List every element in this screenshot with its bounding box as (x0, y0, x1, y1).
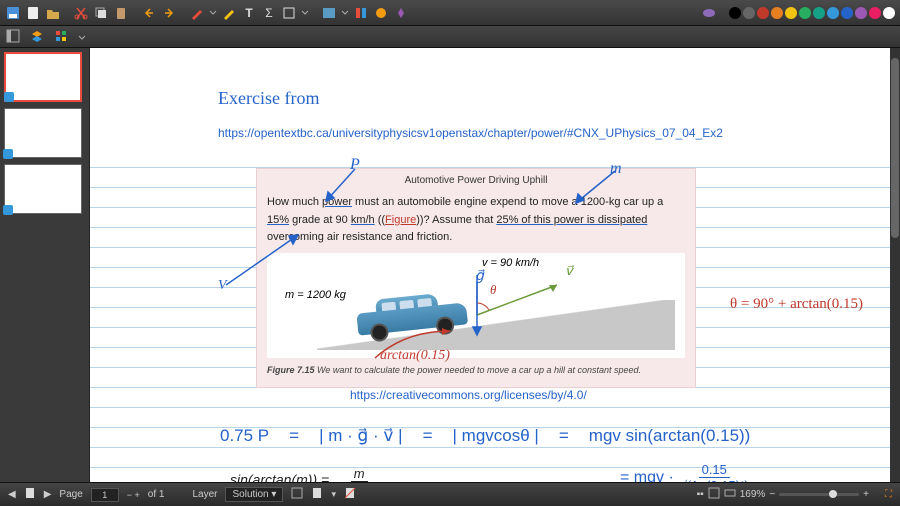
color-swatch[interactable] (743, 7, 755, 19)
color-swatch[interactable] (757, 7, 769, 19)
view-mode-icon[interactable] (724, 487, 736, 502)
annot-vvec: v⃗ (565, 263, 573, 279)
zoom-controls: ▪▪ 169% − + ⛶ (697, 487, 892, 502)
dropdown-icon[interactable] (300, 4, 310, 22)
save-icon[interactable] (4, 4, 22, 22)
eq-theta: θ = 90° + arctan(0.15) (730, 296, 863, 313)
image-icon[interactable] (320, 4, 338, 22)
color-swatch[interactable] (785, 7, 797, 19)
zoom-in-icon[interactable]: + (863, 489, 869, 500)
panel-icon[interactable] (6, 29, 22, 45)
pen-icon[interactable] (188, 4, 206, 22)
scrollbar[interactable] (890, 48, 900, 482)
zoom-out-icon[interactable]: − (769, 489, 775, 500)
color-swatch[interactable] (827, 7, 839, 19)
open-icon[interactable] (44, 4, 62, 22)
color-swatch[interactable] (771, 7, 783, 19)
grid-icon[interactable] (54, 29, 70, 45)
view-mode-icon[interactable] (708, 487, 720, 502)
plugin-icon[interactable] (700, 4, 718, 22)
figure-caption: Figure 7.15 We want to calculate the pow… (257, 362, 695, 378)
undo-icon[interactable] (140, 4, 158, 22)
text-icon[interactable]: T (240, 4, 258, 22)
shape-icon[interactable] (280, 4, 298, 22)
page-input[interactable] (91, 488, 119, 502)
zoom-value: 169% (740, 489, 766, 500)
layer-tool-icon[interactable] (291, 487, 303, 502)
cut-icon[interactable] (72, 4, 90, 22)
dropdown-icon[interactable] (340, 4, 350, 22)
tool-c-icon[interactable] (392, 4, 410, 22)
paste-icon[interactable] (112, 4, 130, 22)
layer-select[interactable]: Solution ▾ (225, 487, 283, 502)
of-label: of 1 (148, 489, 165, 500)
page-icon[interactable] (24, 487, 36, 502)
color-swatch[interactable] (883, 7, 895, 19)
view-mode-icon[interactable]: ▪▪ (697, 489, 704, 500)
eq-line1: 0.75 P= | m · g⃗ · v⃗ |= | mgvcosθ |= mg… (220, 426, 750, 446)
color-swatch[interactable] (855, 7, 867, 19)
thumbnail-1[interactable] (4, 52, 82, 102)
color-palette (728, 7, 896, 19)
color-swatch[interactable] (813, 7, 825, 19)
dropdown-icon[interactable] (208, 4, 218, 22)
layer-label: Layer (192, 489, 217, 500)
layers-icon[interactable] (30, 29, 46, 45)
annot-theta: θ (490, 282, 496, 298)
page-thumbnails (0, 48, 90, 482)
color-swatch[interactable] (841, 7, 853, 19)
prev-page-icon[interactable]: ◀ (8, 489, 16, 500)
thumbnail-2[interactable] (4, 108, 82, 158)
layer-tool-icon[interactable] (344, 487, 356, 502)
eq-identity: sin(arctan(m)) = m√(1 + m²) (230, 466, 386, 482)
cc-link[interactable]: https://creativecommons.org/licenses/by/… (350, 388, 587, 402)
dropdown-icon[interactable] (78, 29, 88, 45)
zoom-slider[interactable] (779, 493, 859, 496)
next-page-icon[interactable]: ▶ (44, 489, 52, 500)
thumbnail-3[interactable] (4, 164, 82, 214)
source-link[interactable]: https://opentextbc.ca/universityphysicsv… (218, 126, 723, 140)
page-label: Page (59, 489, 82, 500)
fullscreen-icon[interactable]: ⛶ (885, 489, 892, 500)
new-page-icon[interactable] (24, 4, 42, 22)
tool-a-icon[interactable] (352, 4, 370, 22)
color-swatch[interactable] (869, 7, 881, 19)
redo-icon[interactable] (160, 4, 178, 22)
canvas[interactable]: Exercise from https://opentextbc.ca/univ… (90, 48, 900, 482)
status-bar: ◀ ▶ Page − + of 1 Layer Solution ▾ ▾ ▪▪ … (0, 482, 900, 506)
eq-line3: = mgv · 0.15√(1+(0.15)²) (620, 462, 749, 482)
layer-tool-icon[interactable] (311, 487, 323, 502)
title-handwriting: Exercise from (218, 88, 319, 109)
tool-b-icon[interactable] (372, 4, 390, 22)
math-icon[interactable]: Σ (260, 4, 278, 22)
copy-icon[interactable] (92, 4, 110, 22)
color-swatch[interactable] (799, 7, 811, 19)
main-toolbar: T Σ (0, 0, 900, 26)
color-swatch[interactable] (729, 7, 741, 19)
highlighter-icon[interactable] (220, 4, 238, 22)
secondary-toolbar (0, 26, 900, 48)
